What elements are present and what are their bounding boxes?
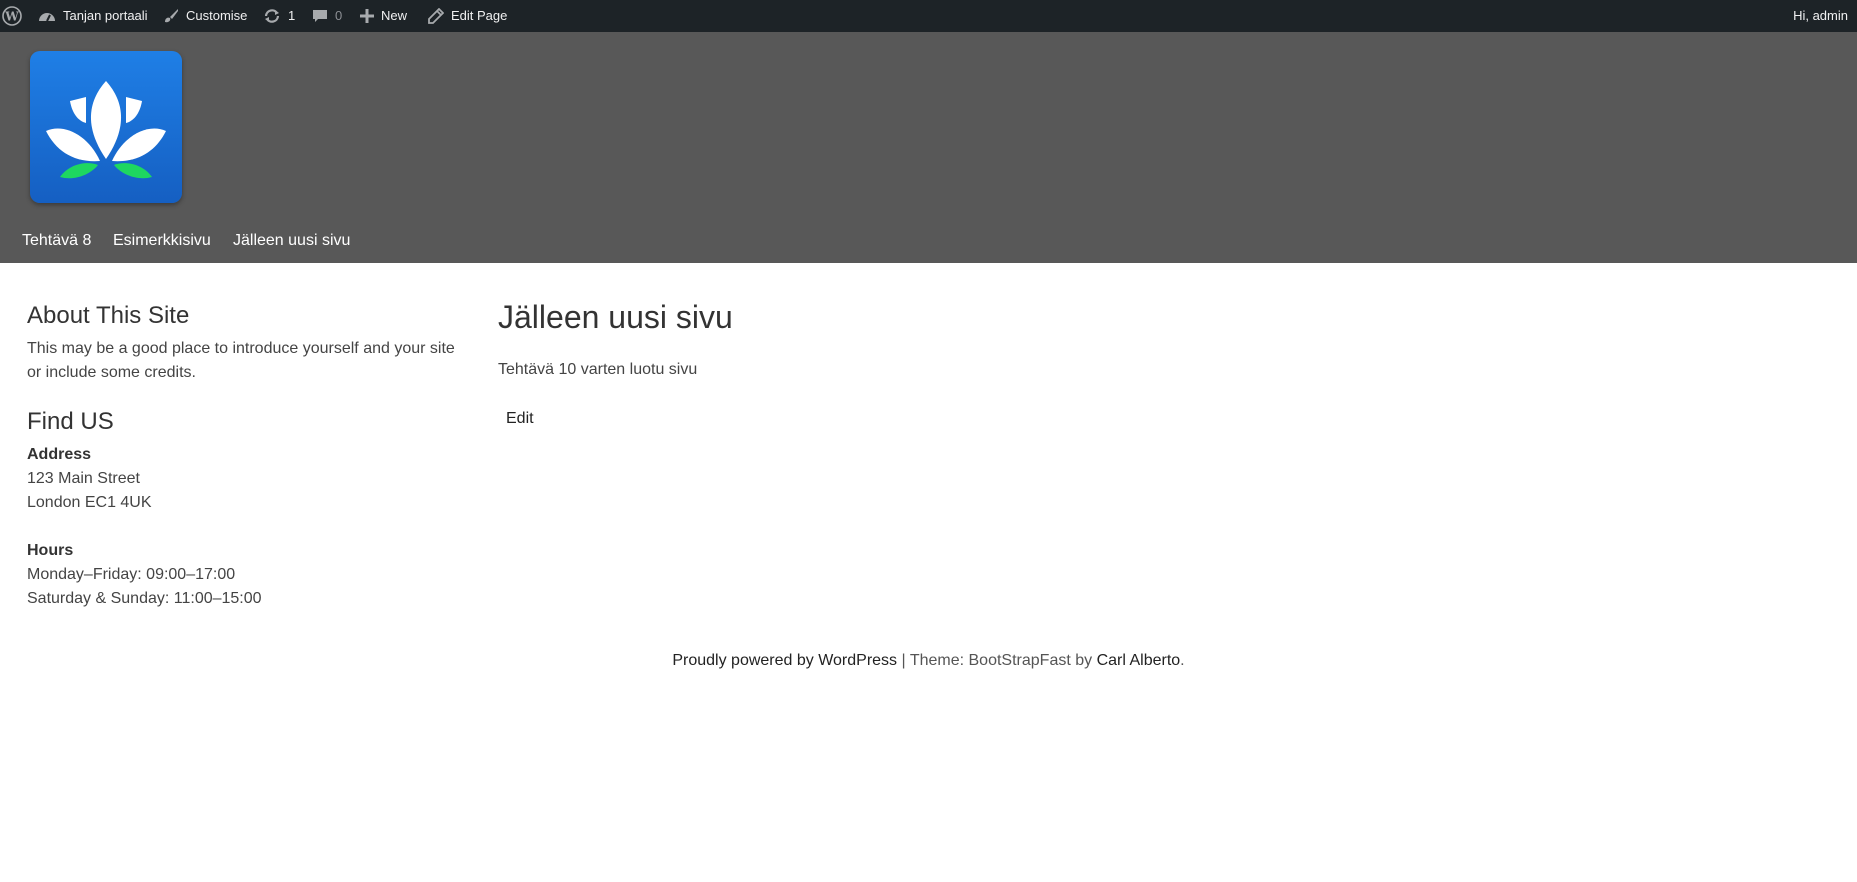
new-label: New <box>381 8 408 23</box>
wp-logo-menu[interactable]: W <box>2 0 22 32</box>
page-title: Jälleen uusi sivu <box>498 299 733 335</box>
site-footer: Proudly powered by WordPress | Theme: Bo… <box>0 652 1857 670</box>
footer-period: . <box>1180 652 1185 669</box>
site-name-label: Tanjan portaali <box>63 8 148 23</box>
brush-icon <box>165 9 178 23</box>
admin-bar: W Tanjan portaali Customise 1 0 New Edit… <box>0 0 1857 32</box>
greeting-label: Hi, admin <box>1793 8 1848 23</box>
customise-menu[interactable]: Customise <box>163 0 247 32</box>
page-body-text: Tehtävä 10 varten luotu sivu <box>498 361 698 378</box>
hours-line-1: Monday–Friday: 09:00–17:00 <box>27 566 236 583</box>
updates-icon <box>264 9 280 23</box>
plus-icon <box>360 9 374 23</box>
updates-menu[interactable]: 1 <box>263 0 295 32</box>
updates-count: 1 <box>288 8 296 23</box>
edit-link[interactable]: Edit <box>506 410 534 428</box>
find-us-title: Find US <box>27 408 114 435</box>
site-logo[interactable] <box>30 51 182 203</box>
address-line-2: London EC1 4UK <box>27 494 152 511</box>
edit-page-label: Edit Page <box>451 8 508 23</box>
comments-count: 0 <box>335 8 343 23</box>
dashboard-icon <box>39 13 55 22</box>
theme-credit-text: | Theme: BootStrapFast by <box>897 652 1097 669</box>
nav-item-jalleen-uusi-sivu[interactable]: Jälleen uusi sivu <box>233 232 350 250</box>
comments-menu[interactable]: 0 <box>312 0 342 32</box>
hours-line-2: Saturday & Sunday: 11:00–15:00 <box>27 590 262 607</box>
nav-item-tehtava-8[interactable]: Tehtävä 8 <box>22 232 91 250</box>
site-name-menu[interactable]: Tanjan portaali <box>38 0 148 32</box>
svg-text:W: W <box>4 10 19 24</box>
customise-label: Customise <box>186 8 248 23</box>
hours-label: Hours <box>27 542 74 559</box>
comment-icon <box>313 10 327 22</box>
about-widget-title: About This Site <box>27 302 190 329</box>
wordpress-icon: W <box>2 6 22 26</box>
address-label: Address <box>27 446 92 463</box>
about-widget-text: This may be a good place to introduce yo… <box>27 340 455 381</box>
site-header: Tehtävä 8 Esimerkkisivu Jälleen uusi siv… <box>0 32 1857 263</box>
nav-item-esimerkkisivu[interactable]: Esimerkkisivu <box>113 232 211 250</box>
address-line-1: 123 Main Street <box>27 470 140 487</box>
edit-page-menu[interactable]: Edit Page <box>428 0 507 32</box>
new-content-menu[interactable]: New <box>360 0 407 32</box>
my-account-menu[interactable]: Hi, admin <box>1793 0 1848 32</box>
powered-by-link[interactable]: Proudly powered by WordPress <box>672 652 897 669</box>
pencil-icon <box>428 8 444 24</box>
author-link[interactable]: Carl Alberto <box>1097 652 1181 669</box>
lotus-logo-icon <box>30 51 182 203</box>
